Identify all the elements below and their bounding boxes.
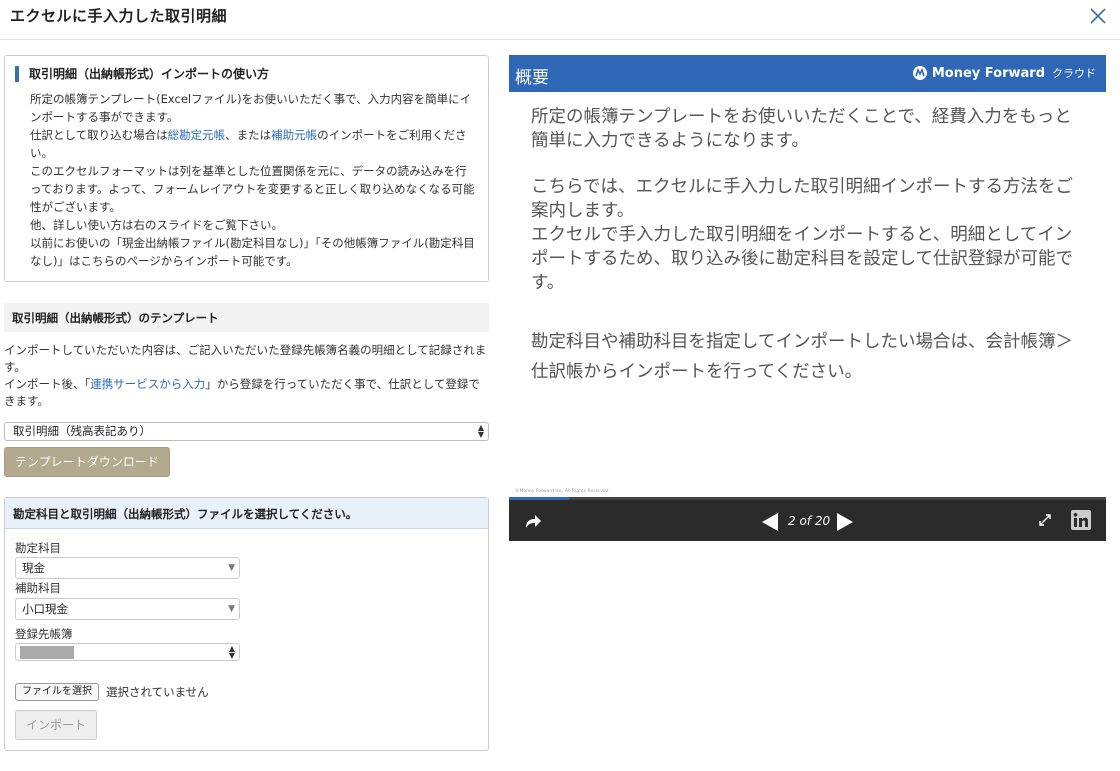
template-download-button[interactable]: テンプレートダウンロード — [4, 447, 170, 477]
updown-arrows-icon: ▲ ▼ — [228, 644, 235, 660]
usage-guide: 取引明細（出納帳形式）インポートの使い方 所定の帳簿テンプレート(Excelファ… — [4, 55, 489, 282]
sub-account-select[interactable]: 小口現金 ▼ — [15, 598, 240, 620]
guide-line-2: 仕訳として取り込む場合は総勘定元帳、または補助元帳のインポートをご利用ください。 — [30, 126, 476, 162]
chevron-down-icon: ▼ — [228, 604, 235, 614]
file-form-heading: 勘定科目と取引明細（出納帳形式）ファイルを選択してください。 — [5, 498, 488, 529]
left-panel: 取引明細（出納帳形式）インポートの使い方 所定の帳簿テンプレート(Excelファ… — [4, 55, 489, 751]
slide-paragraph-4: 勘定科目や補助科目を指定してインポートしたい場合は、会計帳簿＞仕訳帳からインポー… — [531, 332, 1073, 382]
close-button[interactable] — [1088, 6, 1108, 26]
brand-suffix: クラウド — [1052, 67, 1096, 80]
guide-line-4: 他、詳しい使い方は右のスライドをご覧下さい。 — [30, 218, 283, 232]
fullscreen-icon[interactable] — [1039, 514, 1051, 526]
template-desc-1: インポートしていただいた内容は、ご記入いただいた登録先帳簿名義の明細として記録さ… — [4, 343, 487, 374]
guide-line-3: このエクセルフォーマットは列を基準とした位置関係を元に、データの読み込みを行って… — [30, 164, 475, 214]
linkedin-icon[interactable] — [1071, 510, 1091, 530]
sub-account-label: 補助科目 — [15, 581, 61, 595]
ledger-select[interactable]: ▲ ▼ — [15, 643, 240, 661]
sub-account-value: 小口現金 — [22, 602, 68, 616]
previous-slide-icon[interactable] — [761, 512, 779, 532]
account-value: 現金 — [22, 561, 45, 575]
slide-viewer: 概要 Money Forward クラウド 所定の帳簿テンプレートをお使いいただく… — [509, 55, 1106, 541]
guide-line-5: 以前にお使いの「現金出納帳ファイル(勘定科目なし)」「その他帳簿ファイル(勘定科… — [30, 236, 475, 268]
guide-body: 所定の帳簿テンプレート(Excelファイル)をお使いいただく事で、入力内容を簡単… — [15, 90, 476, 270]
brand-name: Money Forward — [931, 65, 1045, 81]
ledger-label: 登録先帳簿 — [15, 627, 73, 641]
slide-controls: 2 of 20 — [509, 500, 1106, 541]
updown-arrows-icon: ▲ ▼ — [477, 423, 484, 439]
guide-text: 仕訳として取り込む場合は — [30, 128, 168, 142]
slide-body: 所定の帳簿テンプレートをお使いいただくことで、経費入力をもっと簡単に入力できるよ… — [531, 105, 1081, 409]
guide-title: 取引明細（出納帳形式）インポートの使い方 — [15, 66, 476, 82]
template-heading: 取引明細（出納帳形式）のテンプレート — [4, 303, 489, 332]
account-select[interactable]: 現金 ▼ — [15, 557, 240, 579]
template-type-select[interactable]: 取引明細（残高表記あり） ▲ ▼ — [4, 422, 489, 441]
template-description: インポートしていただいた内容は、ご記入いただいた登録先帳簿名義の明細として記録さ… — [4, 342, 489, 410]
guide-text: 、または — [225, 128, 272, 142]
general-ledger-link[interactable]: 総勘定元帳 — [168, 128, 226, 142]
brand-logo: Money Forward クラウド — [912, 65, 1096, 81]
slide-paragraph-3: エクセルで手入力した取引明細をインポートすると、明細としてインポートするため、取… — [531, 225, 1073, 293]
file-select-form: 勘定科目と取引明細（出納帳形式）ファイルを選択してください。 勘定科目 現金 ▼… — [4, 497, 489, 751]
slide-copyright: ©Money Forward Inc. All Rights Reserved — [515, 489, 609, 494]
share-icon[interactable] — [523, 512, 543, 530]
slide-paragraph-2: こちらでは、エクセルに手入力した取引明細インポートする方法をご案内します。 — [531, 177, 1073, 221]
money-forward-logo-icon — [912, 66, 927, 80]
page-indicator: 2 of 20 — [788, 514, 831, 528]
sub-ledger-link[interactable]: 補助元帳 — [271, 128, 317, 142]
template-type-value: 取引明細（残高表記あり） — [13, 424, 151, 438]
linked-service-input-link[interactable]: 連携サービスから入力 — [90, 377, 205, 391]
import-button[interactable]: インポート — [15, 710, 97, 740]
account-label: 勘定科目 — [15, 541, 61, 555]
guide-line-1: 所定の帳簿テンプレート(Excelファイル)をお使いいただく事で、入力内容を簡単… — [30, 92, 472, 124]
chevron-down-icon: ▼ — [228, 563, 235, 573]
desc-text: インポート後、「 — [4, 377, 91, 391]
template-desc-2: インポート後、「連携サービスから入力」から登録を行っていただく事で、仕訳として登… — [4, 376, 489, 410]
next-slide-icon[interactable] — [836, 512, 854, 532]
slide-header: 概要 Money Forward クラウド — [509, 55, 1106, 92]
slide-paragraph-1: 所定の帳簿テンプレートをお使いいただくことで、経費入力をもっと簡単に入力できるよ… — [531, 107, 1072, 151]
file-status: 選択されていません — [106, 685, 209, 699]
modal-header: エクセルに手入力した取引明細 — [0, 0, 1120, 40]
slide-title: 概要 — [515, 68, 549, 88]
choose-file-button[interactable]: ファイルを選択 — [15, 683, 99, 701]
close-icon — [1090, 8, 1106, 24]
modal-title: エクセルに手入力した取引明細 — [10, 7, 228, 25]
redacted-value — [20, 646, 74, 659]
